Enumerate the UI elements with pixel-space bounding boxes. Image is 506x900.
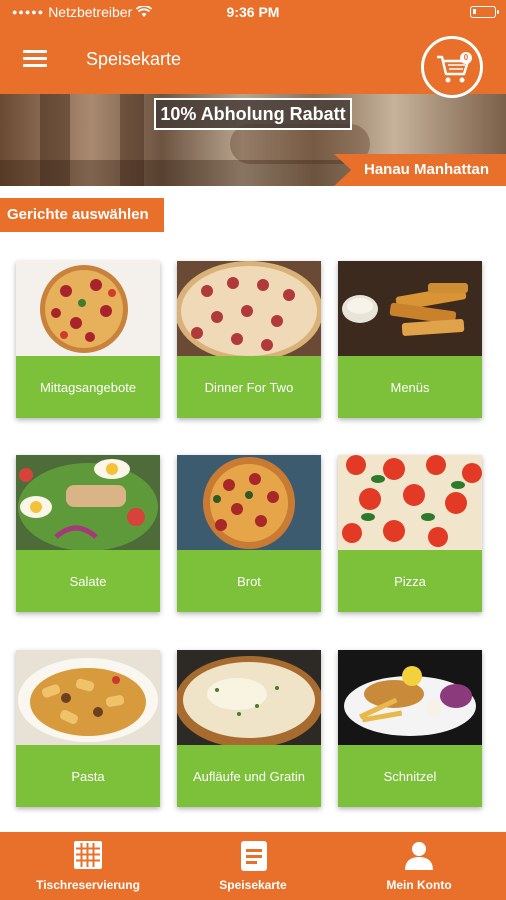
battery-icon [470,6,499,18]
pasta-image [16,650,160,745]
section-heading: Gerichte auswählen [0,198,164,232]
category-label: Schnitzel [338,745,482,807]
margherita-pizza-image [338,455,482,550]
category-label: Brot [177,550,321,612]
grid-icon [74,841,102,869]
menu-icon[interactable] [23,50,47,68]
clock: 9:36 PM [226,4,280,20]
location-tag: Hanau Manhattan [334,154,506,186]
category-card-pizza[interactable]: Pizza [338,455,482,612]
category-label: Dinner For Two [177,356,321,418]
salad-image [16,455,160,550]
cart-button[interactable]: 0 [421,36,483,98]
salami-pizza-image [177,261,321,356]
fish-sticks-image [338,261,482,356]
category-card-menus[interactable]: Menüs [338,261,482,418]
nav-item-mein-konto[interactable]: Mein Konto [335,832,503,900]
promo-badge: 10% Abholung Rabatt [154,98,352,130]
category-label: Menüs [338,356,482,418]
category-label: Pizza [338,550,482,612]
category-card-salate[interactable]: Salate [16,455,160,612]
category-card-dinner-for-two[interactable]: Dinner For Two [177,261,321,418]
nav-item-tischreservierung[interactable]: Tischreservierung [4,832,172,900]
gratin-image [177,650,321,745]
category-card-pasta[interactable]: Pasta [16,650,160,807]
nav-label: Mein Konto [386,878,452,892]
category-card-schnitzel[interactable]: Schnitzel [338,650,482,807]
category-label: Pasta [16,745,160,807]
status-bar: ●●●●● Netzbetreiber 9:36 PM [0,0,506,24]
bottom-navigation: Tischreservierung Speisekarte Mein Konto [0,832,506,900]
category-label: Aufläufe und Gratin [177,745,321,807]
page-title: Speisekarte [86,49,182,69]
category-card-mittagsangebote[interactable]: Mittagsangebote [16,261,160,418]
schnitzel-image [338,650,482,745]
nav-item-speisekarte[interactable]: Speisekarte [169,832,337,900]
user-icon [405,842,433,870]
pizza-image [16,261,160,356]
category-card-auflaufe[interactable]: Aufläufe und Gratin [177,650,321,807]
menu-list-icon [241,841,267,871]
category-card-brot[interactable]: Brot [177,455,321,612]
category-label: Salate [16,550,160,612]
nav-label: Tischreservierung [36,878,140,892]
category-label: Mittagsangebote [16,356,160,418]
nav-label: Speisekarte [219,878,287,892]
cart-count-badge: 0 [460,52,472,64]
pepperoni-pizza-image [177,455,321,550]
